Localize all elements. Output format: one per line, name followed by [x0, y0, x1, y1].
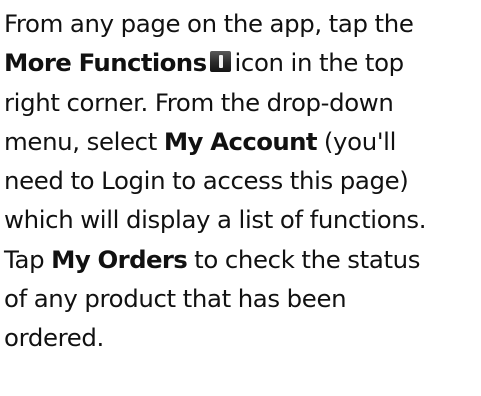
line-5: need to Login to access this page) — [4, 166, 409, 196]
more-functions-label: More Functions — [4, 48, 207, 78]
line-7: Tap My Orders to check the status — [4, 244, 421, 274]
line-9: ordered. — [4, 323, 104, 353]
my-orders-label: My Orders — [51, 244, 188, 274]
my-account-label: My Account — [163, 126, 318, 156]
line-8: of any product that has been — [4, 284, 347, 314]
line-6: which will display a list of functions. — [4, 205, 427, 235]
help-instructions: From any page on the app, tap the More F… — [4, 4, 480, 358]
line-1: From any page on the app, tap the — [4, 9, 414, 38]
line-4: menu, select My Account (you'll — [4, 126, 397, 156]
line-2: More Functions icon in the top — [4, 48, 404, 78]
more-functions-icon — [210, 51, 232, 73]
line-3: right corner. From the drop-down — [4, 87, 394, 117]
